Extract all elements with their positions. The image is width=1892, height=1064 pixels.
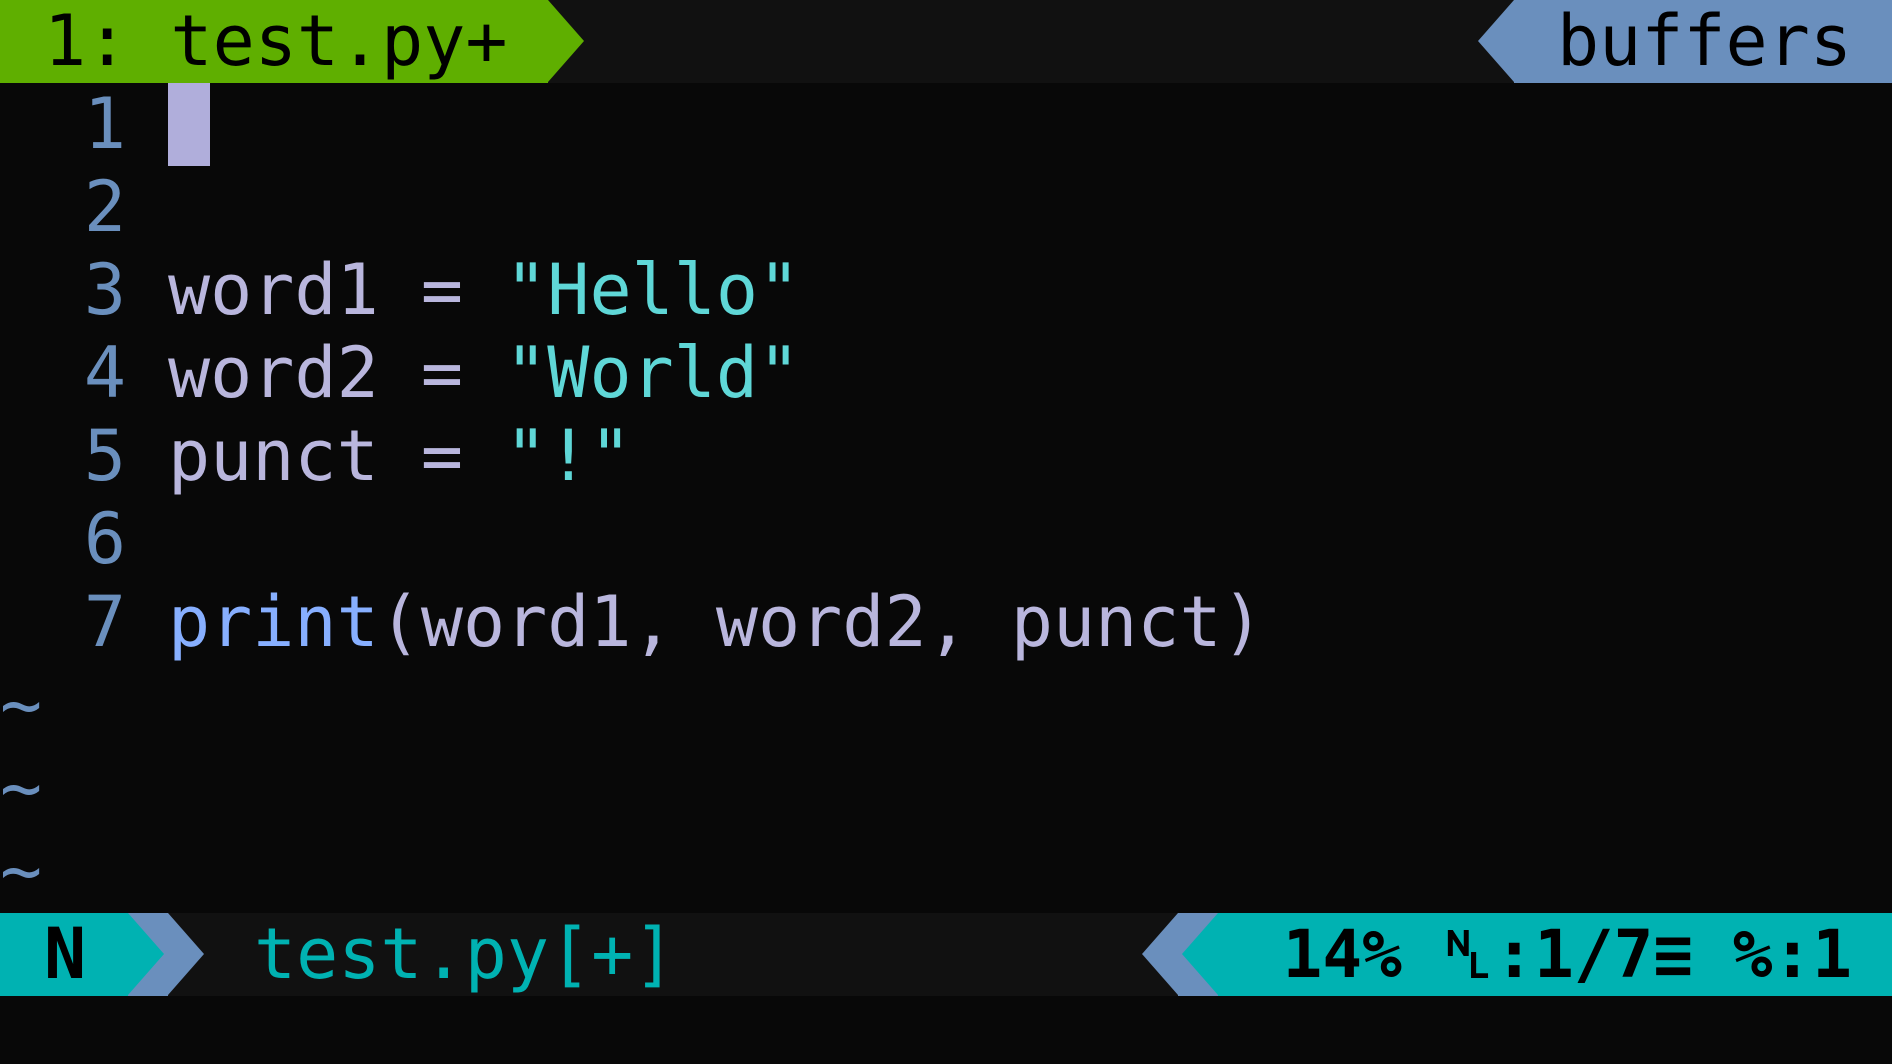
buffers-label[interactable]: buffers [1557, 0, 1852, 83]
code-line[interactable]: 3 word1 = "Hello" [0, 249, 1892, 332]
code-token: word1 = [168, 249, 506, 331]
line-number: 1 [83, 83, 126, 165]
tabline: 1: test.py+ buffers [0, 0, 1892, 83]
code-token: "World" [505, 332, 801, 414]
code-line[interactable]: 4 word2 = "World" [0, 332, 1892, 415]
tab-separator-arrow [548, 0, 584, 82]
text-cursor [168, 83, 210, 166]
code-line[interactable]: 1 [0, 83, 1892, 166]
code-token: word2 = [168, 332, 506, 414]
buffers-separator-arrow [1478, 0, 1514, 82]
position-separator-arrow [1182, 913, 1218, 995]
empty-line: ~ [0, 830, 1892, 913]
code-text[interactable]: punct = "!" [168, 415, 632, 498]
code-line[interactable]: 6 [0, 498, 1892, 581]
code-token: print [168, 581, 379, 663]
mode-label: N [44, 913, 87, 995]
code-text[interactable]: word1 = "Hello" [168, 249, 800, 332]
code-token: "!" [505, 415, 632, 497]
code-token: punct = [168, 415, 506, 497]
code-token: (word1, word2, punct) [378, 581, 1264, 663]
end-of-buffer-tilde: ~ [0, 747, 43, 829]
code-text[interactable]: print(word1, word2, punct) [168, 581, 1264, 664]
code-text[interactable]: word2 = "World" [168, 332, 800, 415]
end-of-buffer-tilde: ~ [0, 664, 43, 746]
empty-line: ~ [0, 747, 1892, 830]
line-number: 3 [83, 249, 126, 331]
line-number: 4 [83, 332, 126, 414]
code-token: "Hello" [505, 249, 801, 331]
code-line[interactable]: 5 punct = "!" [0, 415, 1892, 498]
position-label: 14% ␤:1/7≡ %:1 [1282, 916, 1852, 993]
line-number: 6 [83, 498, 126, 580]
statusline: N test.py[+] 14% ␤:1/7≡ %:1 [0, 913, 1892, 996]
code-line[interactable]: 7 print(word1, word2, punct) [0, 581, 1892, 664]
active-tab-label[interactable]: 1: test.py+ [44, 0, 508, 83]
end-of-buffer-tilde: ~ [0, 830, 43, 912]
empty-line: ~ [0, 664, 1892, 747]
line-number: 5 [83, 415, 126, 497]
position-separator-arrow-outer [1142, 913, 1178, 995]
line-number: 2 [83, 166, 126, 248]
editor-buffer[interactable]: 1 2 3 word1 = "Hello" 4 word2 = "World" 5 punct… [0, 83, 1892, 913]
mode-separator-arrow [168, 913, 204, 995]
code-line[interactable]: 2 [0, 166, 1892, 249]
command-line[interactable] [0, 996, 1892, 1064]
mode-separator-arrow-inner [128, 913, 164, 995]
filename-label: test.py[+] [254, 913, 676, 995]
line-number: 7 [83, 581, 126, 663]
